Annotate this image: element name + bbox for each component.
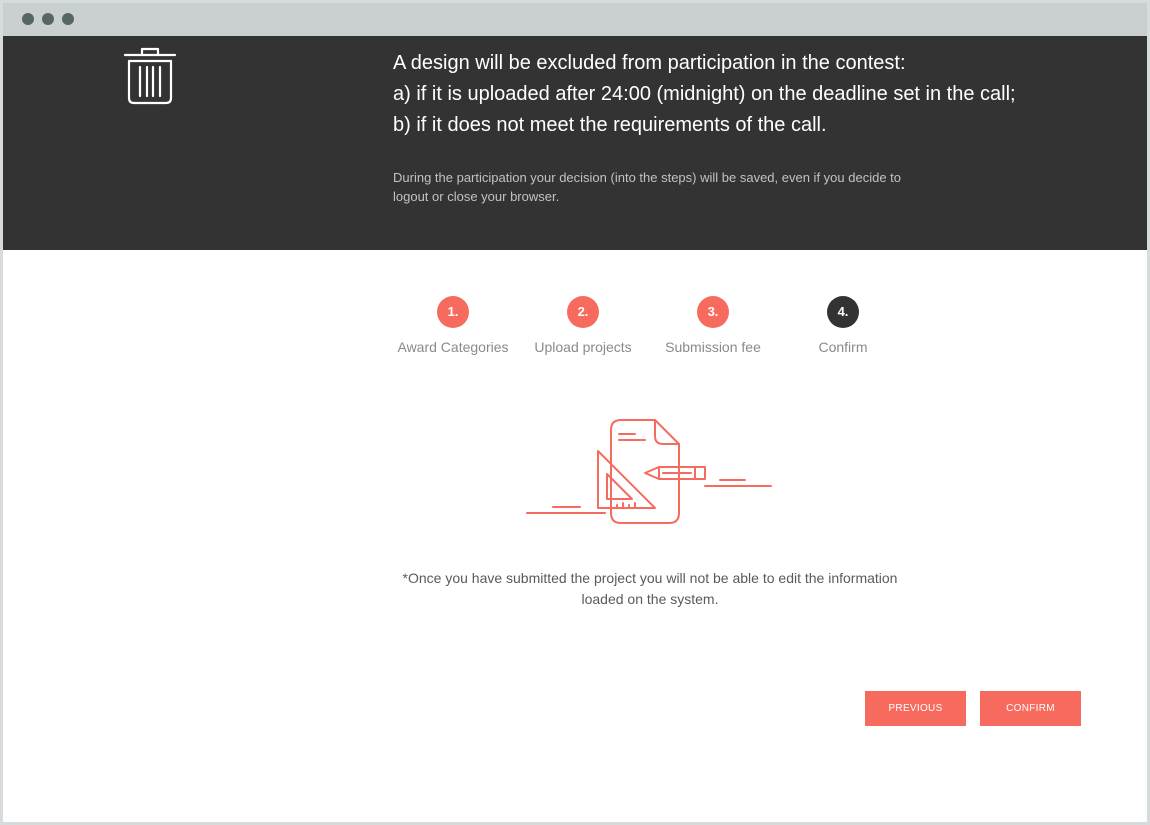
trash-icon <box>123 47 177 105</box>
step-upload-projects[interactable]: 2. Upload projects <box>518 296 648 355</box>
progress-steps: 1. Award Categories 2. Upload projects 3… <box>388 296 908 366</box>
banner-rule-b: b) if it does not meet the requirements … <box>393 114 827 136</box>
window-dot-2 <box>42 13 54 25</box>
step-number: 2. <box>567 296 599 328</box>
banner-rule-a: a) if it is uploaded after 24:00 (midnig… <box>393 83 1016 105</box>
step-number: 3. <box>697 296 729 328</box>
step-award-categories[interactable]: 1. Award Categories <box>388 296 518 355</box>
banner-text: A design will be excluded from participa… <box>393 48 1093 206</box>
step-submission-fee[interactable]: 3. Submission fee <box>648 296 778 355</box>
window-titlebar <box>3 3 1147 36</box>
info-banner: A design will be excluded from participa… <box>3 36 1147 250</box>
window-dot-3 <box>62 13 74 25</box>
previous-button[interactable]: PREVIOUS <box>865 691 966 726</box>
submission-note: *Once you have submitted the project you… <box>402 570 898 607</box>
document-pencil-triangle-icon <box>526 419 772 524</box>
browser-window: A design will be excluded from participa… <box>3 3 1147 822</box>
step-number: 1. <box>437 296 469 328</box>
step-number: 4. <box>827 296 859 328</box>
step-label: Submission fee <box>665 339 761 355</box>
step-label: Upload projects <box>534 339 632 355</box>
step-label: Confirm <box>818 339 868 355</box>
step-confirm[interactable]: 4. Confirm <box>778 296 908 355</box>
confirm-button[interactable]: CONFIRM <box>980 691 1081 726</box>
step-label: Award Categories <box>397 339 509 355</box>
banner-note: During the participation your decision (… <box>393 170 902 204</box>
window-dot-1 <box>22 13 34 25</box>
banner-heading: A design will be excluded from participa… <box>393 52 906 74</box>
